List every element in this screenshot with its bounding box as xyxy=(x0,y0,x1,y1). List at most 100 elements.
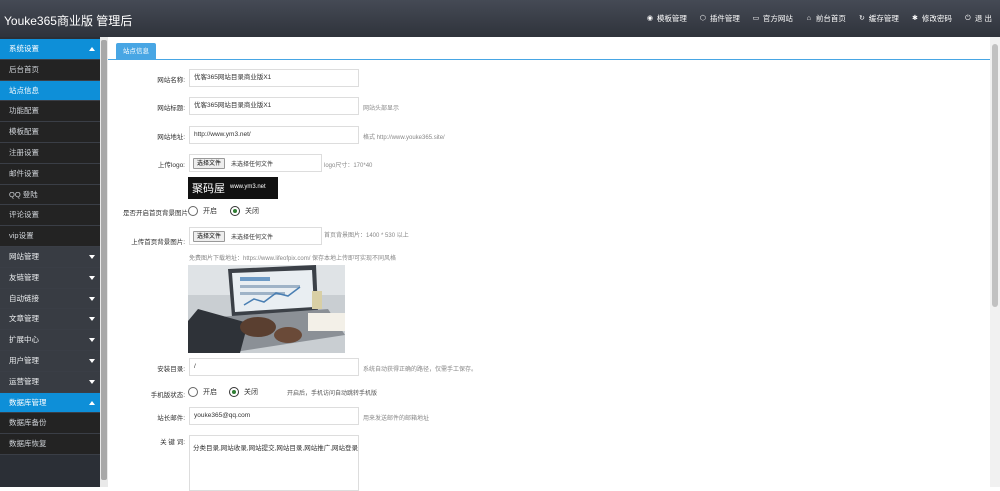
plugin-icon: ⬡ xyxy=(699,14,706,22)
file-status: 未选择任何文件 xyxy=(231,235,274,241)
field-hint: 用来发送邮件的邮箱地址 xyxy=(363,416,430,422)
refresh-icon: ↻ xyxy=(858,14,865,22)
sidebar-section[interactable]: 系统设置 xyxy=(0,39,100,60)
home-bg-preview-image xyxy=(188,265,345,353)
top-bar: Youke365商业版 管理后 ◉ 模板管理 ⬡ 插件管理 ▭ 官方网站 ⌂ 前… xyxy=(0,0,1000,37)
radio-label: 开启 xyxy=(203,389,217,396)
sidebar-section[interactable]: 自动链接 xyxy=(0,288,100,310)
nav-label: 模板管理 xyxy=(656,14,687,23)
nav-label: 插件管理 xyxy=(709,14,740,23)
radio-dot[interactable] xyxy=(188,206,198,216)
nav-front-home[interactable]: ⌂ 前台首页 xyxy=(805,13,846,24)
field-label: 网站标题: xyxy=(157,105,185,112)
nav-change-password[interactable]: ✱ 修改密码 xyxy=(911,13,952,24)
nav-label: 前台首页 xyxy=(815,14,846,23)
field-label: 是否开启首页背景图片 xyxy=(123,210,188,217)
site-title-input[interactable]: 优客365网站目录商业版X1 xyxy=(189,97,359,115)
radio-label: 关闭 xyxy=(244,389,258,396)
nav-label: 缓存管理 xyxy=(868,14,899,23)
scrollbar-thumb[interactable] xyxy=(992,44,998,307)
radio-dot[interactable] xyxy=(188,387,198,397)
radio-dot-selected[interactable] xyxy=(230,206,240,216)
sidebar-section[interactable]: 扩展中心 xyxy=(0,330,100,351)
sidebar-item[interactable]: vip设置 xyxy=(0,226,100,247)
chevron-up-icon xyxy=(89,400,95,405)
home-bg-off-radio[interactable]: 关闭 xyxy=(230,206,259,216)
nav-cache-manage[interactable]: ↻ 缓存管理 xyxy=(858,13,899,24)
sidebar-item[interactable]: QQ 登陆 xyxy=(0,184,100,206)
admin-email-input[interactable]: youke365@qq.com xyxy=(189,407,359,425)
sidebar-section[interactable]: 数据库管理 xyxy=(0,392,100,414)
field-label: 手机版状态: xyxy=(150,392,185,399)
chevron-down-icon xyxy=(89,358,95,363)
sidebar-item[interactable]: 站点信息 xyxy=(0,80,100,102)
main-scrollbar[interactable] xyxy=(990,37,1000,487)
logo-preview: 聚码屋 www.ym3.net xyxy=(188,177,278,199)
nav-logout[interactable]: ⏻ 退 出 xyxy=(964,13,992,24)
field-hint: 系统自动获得正确的路径，仅需手工保存。 xyxy=(363,367,478,373)
logo-file-input: 选择文件 未选择任何文件 xyxy=(189,154,322,172)
sidebar-item[interactable]: 数据库恢复 xyxy=(0,434,100,455)
chevron-up-icon xyxy=(89,47,95,51)
sidebar-item[interactable]: 邮件设置 xyxy=(0,163,100,185)
sidebar-item[interactable]: 功能配置 xyxy=(0,101,100,123)
mobile-off-radio[interactable]: 关闭 xyxy=(229,387,258,397)
choose-file-button[interactable]: 选择文件 xyxy=(193,231,226,242)
settings-icon: ✱ xyxy=(911,14,918,22)
nav-plugin-manage[interactable]: ⬡ 插件管理 xyxy=(699,13,740,24)
chevron-down-icon xyxy=(89,317,95,322)
field-label: 安装目录: xyxy=(157,366,185,373)
site-url-input[interactable]: http://www.ym3.net/ xyxy=(189,126,359,144)
sidebar-section-label: 文章管理 xyxy=(9,314,39,324)
chevron-down-icon xyxy=(89,296,95,301)
home-bg-on-radio[interactable]: 开启 xyxy=(188,206,217,216)
sidebar-item[interactable]: 评论设置 xyxy=(0,205,100,227)
nav-label: 修改密码 xyxy=(921,14,952,23)
sidebar-scrollbar[interactable] xyxy=(100,37,108,487)
sidebar-item[interactable]: 后台首页 xyxy=(0,59,100,81)
sidebar-section-label: 扩展中心 xyxy=(9,335,39,345)
radio-dot-selected[interactable] xyxy=(229,387,239,397)
sidebar-item[interactable]: 数据库备份 xyxy=(0,413,100,435)
nav-template-manage[interactable]: ◉ 模板管理 xyxy=(646,13,687,24)
sidebar-section-label: 自动链接 xyxy=(9,293,39,303)
sidebar-item[interactable]: 注册设置 xyxy=(0,142,100,164)
sidebar-section[interactable]: 用户管理 xyxy=(0,350,100,372)
tab-site-info[interactable]: 站点信息 xyxy=(116,43,156,60)
field-hint: 开启后，手机访问自动跳转手机版 xyxy=(287,391,378,397)
site-name-input[interactable]: 优客365网站目录商业版X1 xyxy=(189,69,359,87)
chevron-down-icon xyxy=(89,254,95,259)
sidebar-section[interactable]: 网站管理 xyxy=(0,246,100,268)
mobile-on-radio[interactable]: 开启 xyxy=(188,387,217,397)
field-label: 上传首页背景图片: xyxy=(131,239,185,246)
sidebar-section-label: 数据库管理 xyxy=(9,397,47,407)
sidebar-item[interactable]: 模板配置 xyxy=(0,122,100,143)
logo-text: 聚码屋 xyxy=(192,182,225,195)
sidebar-section[interactable]: 文章管理 xyxy=(0,309,100,331)
sidebar-section-label: 系统设置 xyxy=(9,44,39,53)
logo-url-text: www.ym3.net xyxy=(230,184,266,190)
scrollbar-thumb[interactable] xyxy=(101,40,107,480)
field-hint: 格式 http://www.youke365.site/ xyxy=(363,135,445,141)
top-nav: ◉ 模板管理 ⬡ 插件管理 ▭ 官方网站 ⌂ 前台首页 ↻ 缓存管理 ✱ 修改密… xyxy=(634,0,992,37)
monitor-icon: ▭ xyxy=(752,14,760,22)
template-icon: ◉ xyxy=(646,14,653,22)
install-dir-input[interactable]: / xyxy=(189,358,359,376)
keywords-textarea[interactable]: 分类目录,网站收录,网站提交,网站目录,网站推广,网站登录 xyxy=(189,435,359,491)
field-label: 网站名称: xyxy=(157,77,185,84)
choose-file-button[interactable]: 选择文件 xyxy=(193,158,226,169)
sidebar: 系统设置后台首页 站点信息 功能配置 模板配置 注册设置 邮件设置 QQ 登陆 评论设置 vip… xyxy=(0,37,108,487)
sidebar-menu: 系统设置后台首页 站点信息 功能配置 模板配置 注册设置 邮件设置 QQ 登陆 评论设置 vip… xyxy=(0,39,100,455)
field-hint: logo尺寸：170*40 xyxy=(324,163,373,169)
sidebar-section[interactable]: 友链管理 xyxy=(0,267,100,289)
home-icon: ⌂ xyxy=(806,14,812,22)
main-content: 站点信息 网站名称: 优客365网站目录商业版X1 网站标题: 优客365网站目… xyxy=(108,37,990,491)
sidebar-section-label: 友链管理 xyxy=(9,272,39,282)
radio-label: 关闭 xyxy=(245,208,259,215)
field-label: 上传logo: xyxy=(157,162,185,169)
sidebar-section[interactable]: 运营管理 xyxy=(0,371,100,393)
nav-official-site[interactable]: ▭ 官方网站 xyxy=(752,13,793,24)
field-hint: 网站头部显示 xyxy=(363,106,400,112)
radio-label: 开启 xyxy=(203,208,217,215)
sidebar-section-label: 运营管理 xyxy=(9,376,39,386)
